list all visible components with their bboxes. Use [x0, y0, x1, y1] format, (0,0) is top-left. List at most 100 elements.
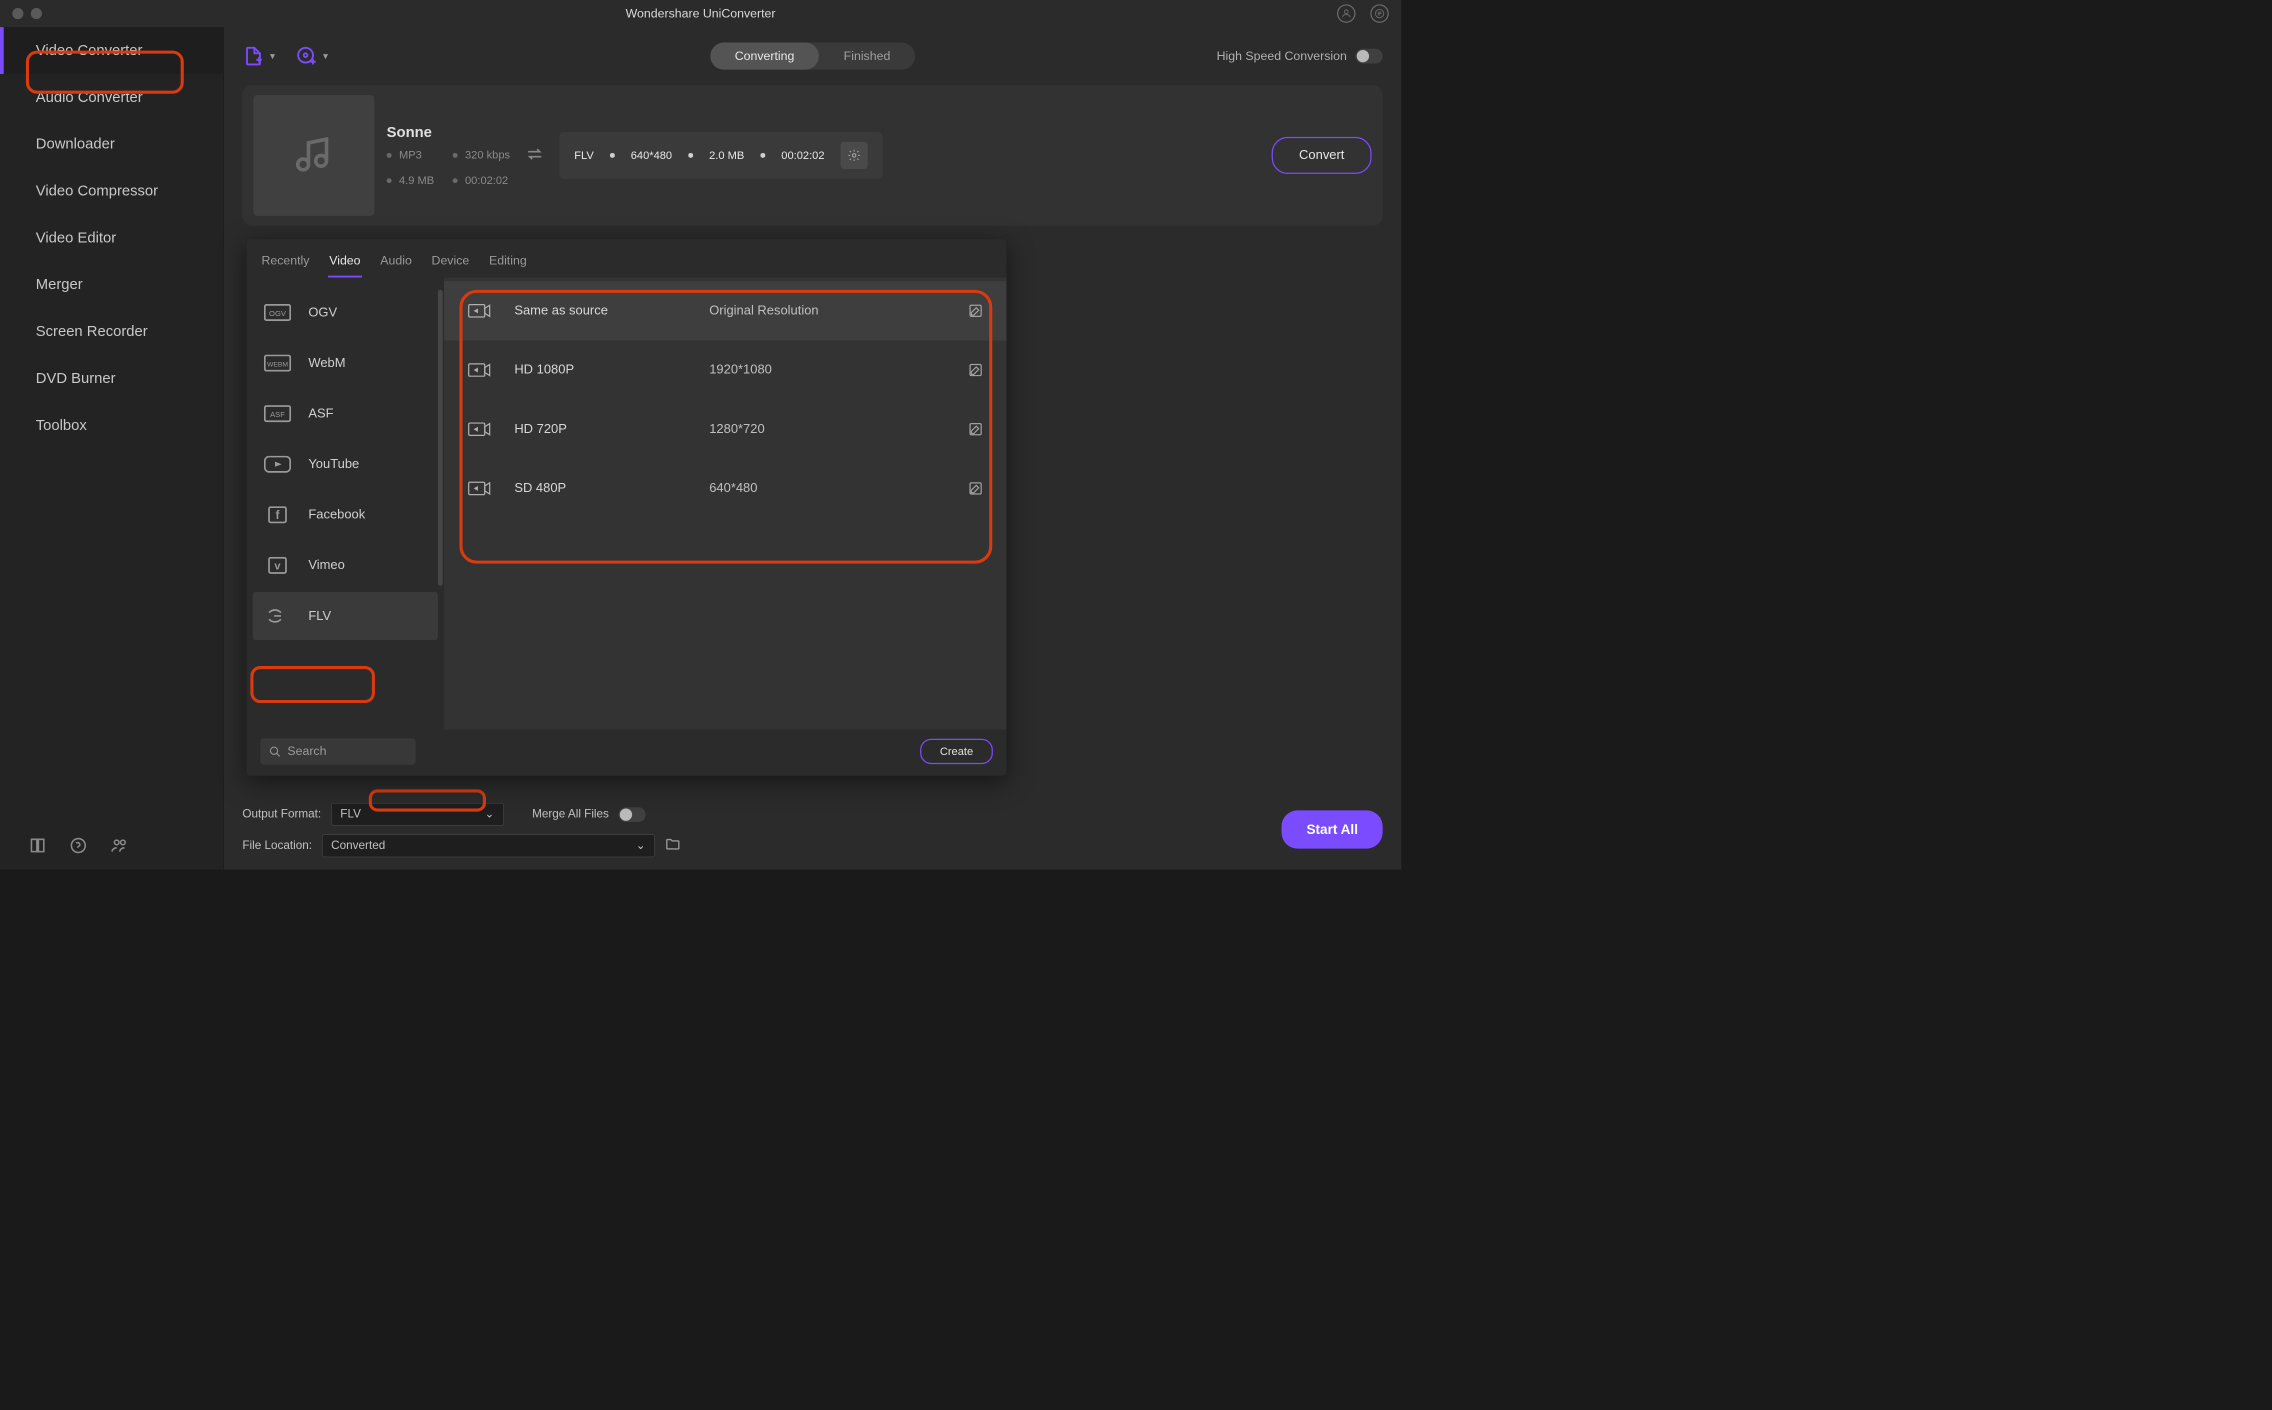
tab-finished[interactable]: Finished — [819, 43, 915, 70]
svg-text:v: v — [274, 561, 281, 573]
pop-tab-recently[interactable]: Recently — [260, 250, 310, 277]
sidebar-item-screen-recorder[interactable]: Screen Recorder — [0, 308, 223, 355]
pop-tab-editing[interactable]: Editing — [488, 250, 528, 277]
pop-tab-device[interactable]: Device — [430, 250, 470, 277]
format-icon: ASF — [264, 405, 291, 424]
share-icon[interactable] — [110, 836, 129, 855]
titlebar: Wondershare UniConverter — [0, 0, 1401, 27]
minimize-window[interactable] — [31, 8, 42, 19]
format-flv[interactable]: FLV — [253, 592, 438, 640]
tab-converting[interactable]: Converting — [710, 43, 819, 70]
app-window: Wondershare UniConverter Video Converter… — [0, 0, 1401, 870]
resolution-name: HD 720P — [514, 422, 687, 437]
bottombar: Output Format: FLV ⌄ Merge All Files Fil… — [224, 793, 1401, 869]
sidebar-item-label: DVD Burner — [36, 370, 116, 387]
search-placeholder: Search — [287, 744, 326, 758]
sidebar-item-audio-converter[interactable]: Audio Converter — [0, 74, 223, 121]
add-dvd-button[interactable]: ▼ — [295, 45, 329, 67]
high-speed-label: High Speed Conversion — [1217, 49, 1347, 63]
sidebar-item-label: Screen Recorder — [36, 323, 148, 340]
sidebar-item-dvd-burner[interactable]: DVD Burner — [0, 355, 223, 402]
resolution-item[interactable]: HD 1080P 1920*1080 — [444, 340, 1006, 399]
sidebar-item-video-compressor[interactable]: Video Compressor — [0, 168, 223, 215]
feedback-icon[interactable] — [1370, 4, 1389, 23]
create-button[interactable]: Create — [920, 739, 993, 764]
convert-button[interactable]: Convert — [1272, 137, 1372, 174]
format-webm[interactable]: WEBM WebM — [253, 339, 438, 387]
resolution-name: Same as source — [514, 303, 687, 318]
svg-text:OGV: OGV — [269, 309, 287, 318]
sidebar-item-downloader[interactable]: Downloader — [0, 121, 223, 168]
sidebar-item-label: Downloader — [36, 136, 115, 153]
file-card: Sonne MP3 320 kbps 4.9 MB 00:02:02 FLV 6… — [242, 85, 1382, 226]
gear-icon[interactable] — [841, 142, 868, 169]
svg-text:ASF: ASF — [270, 410, 285, 419]
resolution-item[interactable]: SD 480P 640*480 — [444, 459, 1006, 518]
search-icon — [269, 745, 281, 757]
file-codec: MP3 — [399, 149, 422, 162]
close-window[interactable] — [12, 8, 23, 19]
sidebar-item-video-converter[interactable]: Video Converter — [0, 27, 223, 74]
search-input[interactable]: Search — [260, 738, 415, 765]
edit-icon[interactable] — [968, 363, 983, 378]
resolution-item[interactable]: HD 720P 1280*720 — [444, 400, 1006, 459]
sidebar-item-label: Toolbox — [36, 417, 87, 434]
format-youtube[interactable]: YouTube — [253, 440, 438, 488]
edit-icon[interactable] — [968, 422, 983, 437]
open-folder-icon[interactable] — [665, 836, 681, 856]
edit-icon[interactable] — [968, 303, 983, 318]
guide-icon[interactable] — [28, 836, 47, 855]
camera-icon — [467, 302, 492, 319]
file-location-label: File Location: — [242, 839, 312, 853]
sidebar-item-label: Video Compressor — [36, 183, 158, 200]
high-speed-toggle[interactable] — [1356, 49, 1383, 64]
svg-text:WEBM: WEBM — [267, 362, 288, 369]
sidebar-item-merger[interactable]: Merger — [0, 261, 223, 308]
vimeo-icon: v — [264, 556, 291, 575]
output-format-select[interactable]: FLV ⌄ — [331, 803, 504, 826]
edit-icon[interactable] — [968, 481, 983, 496]
start-all-button[interactable]: Start All — [1282, 810, 1383, 848]
add-file-button[interactable]: ▼ — [242, 45, 276, 67]
sidebar-item-toolbox[interactable]: Toolbox — [0, 402, 223, 449]
chevron-down-icon: ▼ — [321, 51, 330, 61]
chevron-down-icon: ⌄ — [636, 839, 646, 853]
pop-tab-audio[interactable]: Audio — [379, 250, 413, 277]
pop-tab-video[interactable]: Video — [328, 250, 362, 277]
svg-text:f: f — [276, 508, 280, 522]
resolution-value: 640*480 — [709, 481, 946, 496]
format-icon: OGV — [264, 303, 291, 322]
output-format-value: FLV — [340, 808, 361, 822]
resolution-name: SD 480P — [514, 481, 687, 496]
format-asf[interactable]: ASF ASF — [253, 390, 438, 438]
output-format-label: Output Format: — [242, 808, 321, 822]
resolution-value: 1920*1080 — [709, 363, 946, 378]
file-location-select[interactable]: Converted ⌄ — [322, 834, 655, 857]
resolution-name: HD 1080P — [514, 363, 687, 378]
format-facebook[interactable]: f Facebook — [253, 491, 438, 539]
merge-toggle[interactable] — [619, 807, 646, 822]
flv-icon — [264, 607, 291, 626]
account-icon[interactable] — [1337, 4, 1356, 23]
swap-icon — [525, 144, 545, 167]
sidebar-footer — [0, 821, 223, 869]
format-label: YouTube — [308, 457, 359, 472]
format-label: OGV — [308, 305, 337, 320]
format-vimeo[interactable]: v Vimeo — [253, 541, 438, 589]
out-duration: 00:02:02 — [781, 149, 824, 162]
status-tabs: Converting Finished — [710, 43, 915, 70]
camera-icon — [467, 421, 492, 438]
scrollbar[interactable] — [438, 290, 443, 586]
format-ogv[interactable]: OGV OGV — [253, 289, 438, 337]
format-icon: WEBM — [264, 354, 291, 373]
help-icon[interactable] — [69, 836, 88, 855]
file-size: 4.9 MB — [399, 174, 434, 187]
sidebar-item-video-editor[interactable]: Video Editor — [0, 215, 223, 262]
output-settings[interactable]: FLV 640*480 2.0 MB 00:02:02 — [559, 132, 882, 179]
sidebar-item-label: Video Editor — [36, 229, 116, 246]
resolution-value: 1280*720 — [709, 422, 946, 437]
file-location-value: Converted — [331, 839, 385, 853]
sidebar-item-label: Merger — [36, 276, 83, 293]
resolution-item[interactable]: Same as source Original Resolution — [444, 281, 1006, 340]
file-thumbnail — [253, 95, 374, 216]
